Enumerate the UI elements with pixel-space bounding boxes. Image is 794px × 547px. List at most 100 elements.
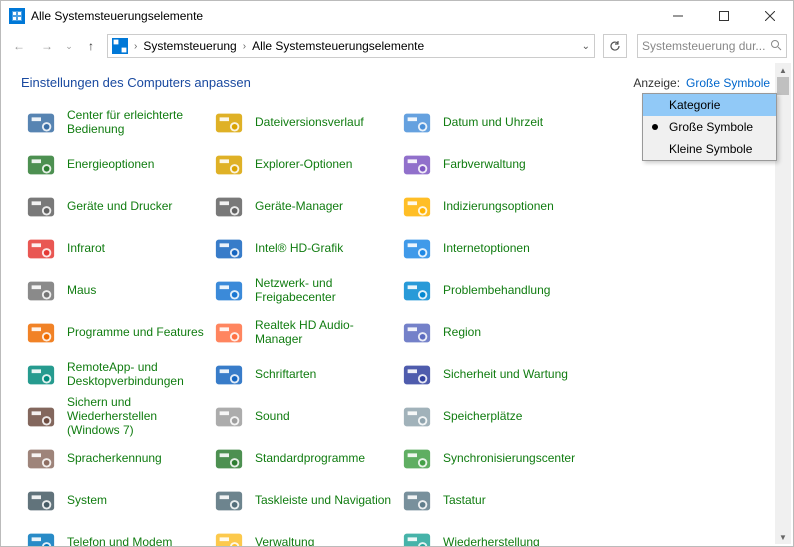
search-box[interactable]: Systemsteuerung dur...: [637, 34, 787, 58]
control-panel-item[interactable]: Center für erleichterte Bedienung: [21, 102, 209, 144]
item-icon: [213, 317, 245, 349]
item-icon: [401, 485, 433, 517]
control-panel-item[interactable]: Sound: [209, 396, 397, 438]
item-icon: [401, 527, 433, 546]
control-panel-item[interactable]: Datum und Uhrzeit: [397, 102, 585, 144]
recent-dropdown[interactable]: ⌄: [63, 34, 75, 58]
view-option-grosse-symbole[interactable]: Große Symbole: [643, 116, 776, 138]
view-option-kategorie[interactable]: Kategorie: [643, 94, 776, 116]
control-panel-item[interactable]: Verwaltung: [209, 522, 397, 546]
scroll-up-icon[interactable]: ▲: [775, 63, 791, 77]
control-panel-item[interactable]: Geräte-Manager: [209, 186, 397, 228]
chevron-right-icon: ›: [243, 41, 246, 52]
up-button[interactable]: ↑: [79, 34, 103, 58]
item-icon: [213, 443, 245, 475]
item-label: RemoteApp- und Desktopverbindungen: [67, 361, 205, 389]
item-icon: [25, 317, 57, 349]
control-panel-item[interactable]: Schriftarten: [209, 354, 397, 396]
control-panel-item[interactable]: RemoteApp- und Desktopverbindungen: [21, 354, 209, 396]
item-icon: [401, 107, 433, 139]
item-icon: [213, 527, 245, 546]
control-panel-item[interactable]: Farbverwaltung: [397, 144, 585, 186]
content-area: Einstellungen des Computers anpassen Anz…: [1, 61, 793, 546]
scroll-thumb[interactable]: [777, 77, 789, 95]
control-panel-item[interactable]: Internetoptionen: [397, 228, 585, 270]
item-label: Explorer-Optionen: [255, 158, 352, 172]
item-label: Tastatur: [443, 494, 486, 508]
control-panel-item[interactable]: Indizierungsoptionen: [397, 186, 585, 228]
forward-button[interactable]: →: [35, 34, 59, 58]
control-panel-item[interactable]: Netzwerk- und Freigabecenter: [209, 270, 397, 312]
control-panel-item[interactable]: Tastatur: [397, 480, 585, 522]
item-label: Intel® HD-Grafik: [255, 242, 343, 256]
item-label: Telefon und Modem: [67, 536, 172, 546]
control-panel-item[interactable]: Wiederherstellung: [397, 522, 585, 546]
item-icon: [25, 443, 57, 475]
window-title: Alle Systemsteuerungselemente: [31, 9, 203, 23]
item-icon: [25, 275, 57, 307]
scroll-down-icon[interactable]: ▼: [775, 530, 791, 544]
address-dropdown-icon[interactable]: ⌄: [582, 41, 590, 52]
item-label: Energieoptionen: [67, 158, 154, 172]
control-panel-item[interactable]: Energieoptionen: [21, 144, 209, 186]
control-panel-item[interactable]: Telefon und Modem: [21, 522, 209, 546]
control-panel-item[interactable]: Speicherplätze: [397, 396, 585, 438]
minimize-button[interactable]: [655, 1, 701, 31]
control-panel-item[interactable]: Explorer-Optionen: [209, 144, 397, 186]
control-panel-item[interactable]: Programme und Features: [21, 312, 209, 354]
control-panel-item[interactable]: Standardprogramme: [209, 438, 397, 480]
close-button[interactable]: [747, 1, 793, 31]
titlebar: Alle Systemsteuerungselemente: [1, 1, 793, 31]
control-panel-item[interactable]: Realtek HD Audio-Manager: [209, 312, 397, 354]
view-label: Anzeige:: [633, 76, 680, 90]
item-icon: [25, 401, 57, 433]
vertical-scrollbar[interactable]: ▲ ▼: [775, 63, 791, 544]
refresh-button[interactable]: [603, 34, 627, 58]
control-panel-item[interactable]: Spracherkennung: [21, 438, 209, 480]
control-panel-item[interactable]: Region: [397, 312, 585, 354]
item-icon: [25, 191, 57, 223]
control-panel-item[interactable]: Infrarot: [21, 228, 209, 270]
item-icon: [25, 149, 57, 181]
item-icon: [401, 443, 433, 475]
item-icon: [213, 149, 245, 181]
control-panel-item[interactable]: Synchronisierungscenter: [397, 438, 585, 480]
maximize-button[interactable]: [701, 1, 747, 31]
item-icon: [401, 149, 433, 181]
control-panel-item[interactable]: Sicherheit und Wartung: [397, 354, 585, 396]
search-icon: [770, 39, 782, 54]
item-label: Indizierungsoptionen: [443, 200, 554, 214]
item-icon: [213, 107, 245, 139]
item-label: System: [67, 494, 107, 508]
item-icon: [401, 275, 433, 307]
view-option-kleine-symbole[interactable]: Kleine Symbole: [643, 138, 776, 160]
item-label: Dateiversionsverlauf: [255, 116, 364, 130]
back-button[interactable]: ←: [7, 34, 31, 58]
navbar: ← → ⌄ ↑ › Systemsteuerung › Alle Systems…: [1, 31, 793, 61]
item-label: Maus: [67, 284, 96, 298]
item-label: Taskleiste und Navigation: [255, 494, 391, 508]
control-panel-item[interactable]: Dateiversionsverlauf: [209, 102, 397, 144]
control-panel-item[interactable]: Taskleiste und Navigation: [209, 480, 397, 522]
breadcrumb-current[interactable]: Alle Systemsteuerungselemente: [252, 39, 424, 53]
control-panel-item[interactable]: Problembehandlung: [397, 270, 585, 312]
item-label: Schriftarten: [255, 368, 316, 382]
item-label: Sichern und Wiederherstellen (Windows 7): [67, 396, 205, 437]
items-grid: Center für erleichterte Bedienung Dateiv…: [21, 102, 783, 546]
item-label: Center für erleichterte Bedienung: [67, 109, 205, 137]
control-panel-item[interactable]: Maus: [21, 270, 209, 312]
item-label: Datum und Uhrzeit: [443, 116, 543, 130]
view-dropdown[interactable]: Große Symbole ▼: [686, 76, 783, 90]
item-label: Wiederherstellung: [443, 536, 540, 546]
item-label: Problembehandlung: [443, 284, 550, 298]
control-panel-item[interactable]: System: [21, 480, 209, 522]
address-bar[interactable]: › Systemsteuerung › Alle Systemsteuerung…: [107, 34, 595, 58]
search-placeholder: Systemsteuerung dur...: [642, 39, 765, 53]
control-panel-item[interactable]: Sichern und Wiederherstellen (Windows 7): [21, 396, 209, 438]
item-label: Netzwerk- und Freigabecenter: [255, 277, 393, 305]
control-panel-item[interactable]: Intel® HD-Grafik: [209, 228, 397, 270]
control-panel-item[interactable]: Geräte und Drucker: [21, 186, 209, 228]
breadcrumb-root[interactable]: Systemsteuerung: [143, 39, 236, 53]
view-menu: Kategorie Große Symbole Kleine Symbole: [642, 93, 777, 161]
checked-dot-icon: [652, 124, 658, 130]
